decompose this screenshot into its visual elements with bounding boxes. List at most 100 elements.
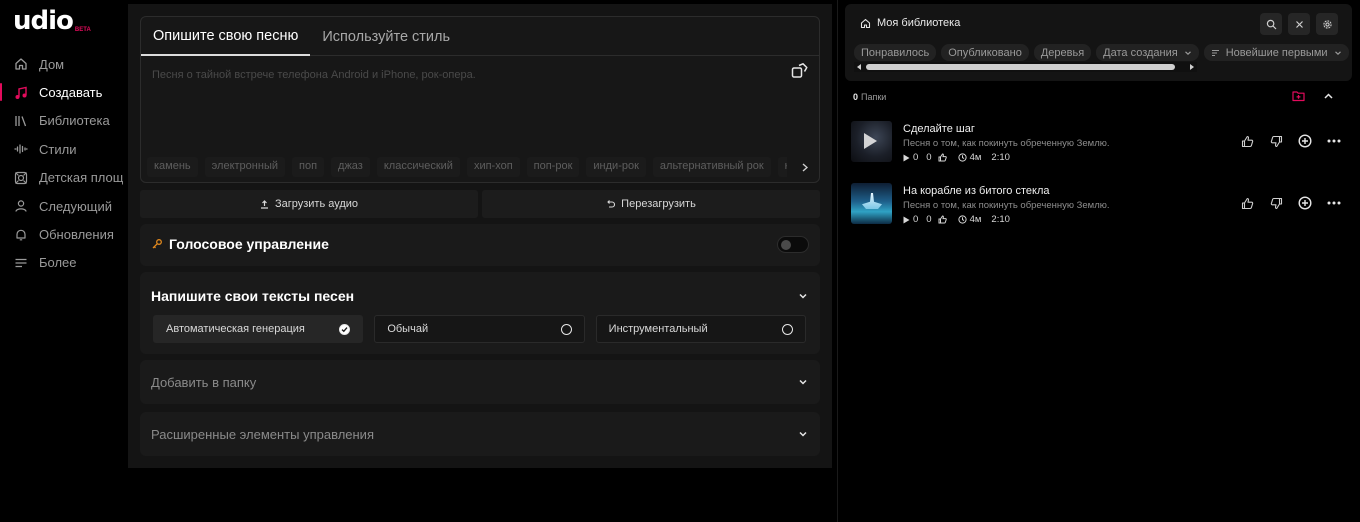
sidebar-item-label: Создавать bbox=[39, 85, 103, 101]
chevron-down-icon bbox=[1184, 50, 1191, 55]
scroll-left-icon[interactable] bbox=[857, 64, 861, 70]
music-note-icon bbox=[13, 85, 29, 101]
home-icon bbox=[13, 56, 29, 72]
search-button[interactable] bbox=[1260, 13, 1282, 35]
option-label: Обычай bbox=[387, 323, 429, 335]
track-cover[interactable] bbox=[851, 121, 892, 162]
sidebar-item-create[interactable]: Создавать bbox=[0, 78, 128, 106]
lyrics-section: Напишите свои тексты песен Автоматическа… bbox=[140, 272, 820, 354]
likes-value: 0 bbox=[926, 214, 932, 225]
option-label: Автоматическая генерация bbox=[166, 323, 305, 335]
plays-value: 0 bbox=[913, 214, 919, 225]
filters-scrollbar[interactable] bbox=[854, 62, 1197, 72]
sort-label: Новейшие первыми bbox=[1225, 46, 1328, 59]
radio-icon bbox=[781, 323, 793, 335]
logo[interactable]: udio BETA bbox=[13, 8, 91, 34]
folders-label: Папки bbox=[861, 92, 887, 102]
close-button[interactable] bbox=[1288, 13, 1310, 35]
sidebar-item-styles[interactable]: Стили bbox=[0, 135, 128, 163]
play-icon[interactable] bbox=[864, 133, 877, 149]
sidebar-item-more[interactable]: Более bbox=[0, 249, 128, 277]
genre-chip[interactable]: поп bbox=[292, 157, 325, 177]
sidebar-item-library[interactable]: Библиотека bbox=[0, 107, 128, 135]
clock-icon bbox=[957, 215, 967, 224]
filter-label: Дата создания bbox=[1103, 46, 1178, 59]
dislike-icon[interactable] bbox=[1269, 134, 1283, 148]
prompt-tabs: Опишите свою песню Используйте стиль bbox=[141, 17, 819, 56]
genre-chip[interactable]: альтернативный рок bbox=[652, 157, 771, 177]
chevron-up-icon[interactable] bbox=[1323, 91, 1334, 102]
settings-button[interactable] bbox=[1316, 13, 1338, 35]
filter-liked[interactable]: Понравилось bbox=[854, 44, 937, 61]
gear-icon bbox=[1322, 19, 1332, 29]
option-auto-generate[interactable]: Автоматическая генерация bbox=[153, 315, 364, 343]
sidebar-item-updates[interactable]: Обновления bbox=[0, 220, 128, 248]
library-actions bbox=[1260, 13, 1338, 35]
option-custom[interactable]: Обычай bbox=[374, 315, 585, 343]
track-duration: 2:10 bbox=[991, 152, 1010, 163]
track-cover[interactable] bbox=[851, 183, 892, 224]
option-instrumental[interactable]: Инструментальный bbox=[595, 315, 806, 343]
chevron-down-icon[interactable] bbox=[798, 291, 808, 301]
genre-chip[interactable]: поп-рок bbox=[526, 157, 580, 177]
reload-icon bbox=[607, 199, 616, 208]
track-row[interactable]: На корабле из битого стекла Песня о том,… bbox=[851, 183, 1351, 227]
close-icon bbox=[1295, 20, 1303, 28]
filter-published[interactable]: Опубликовано bbox=[941, 44, 1029, 61]
add-circle-icon[interactable] bbox=[1298, 196, 1312, 210]
add-to-folder-section[interactable]: Добавить в папку bbox=[140, 360, 820, 404]
tab-describe-song[interactable]: Опишите свою песню bbox=[141, 17, 311, 56]
genre-chip[interactable]: камень bbox=[147, 157, 198, 177]
sidebar-item-playground[interactable]: Детская площ bbox=[0, 164, 128, 192]
add-to-folder-title: Добавить в папку bbox=[151, 375, 257, 390]
genre-chips: камень электронный поп джаз классический… bbox=[147, 157, 787, 177]
folder-add-icon[interactable] bbox=[1292, 90, 1305, 102]
track-actions bbox=[1240, 196, 1341, 210]
ship-illustration bbox=[862, 193, 882, 209]
like-icon[interactable] bbox=[1240, 134, 1254, 148]
genre-chip[interactable]: хип-хоп bbox=[466, 157, 520, 177]
scroll-thumb[interactable] bbox=[866, 64, 1175, 70]
genre-chip[interactable]: электронный bbox=[204, 157, 285, 177]
reload-button[interactable]: Перезагрузить bbox=[482, 190, 820, 218]
voice-control-toggle[interactable] bbox=[777, 236, 809, 253]
genre-chip[interactable]: народный bbox=[777, 157, 787, 177]
sidebar-nav: Дом Создавать Библиотека Стили Детская п… bbox=[0, 50, 128, 277]
dice-icon[interactable] bbox=[791, 62, 809, 80]
chevron-right-icon[interactable] bbox=[799, 160, 811, 174]
track-title[interactable]: Сделайте шаг bbox=[903, 123, 975, 135]
like-icon[interactable] bbox=[1240, 196, 1254, 210]
genre-chip[interactable]: классический bbox=[376, 157, 460, 177]
filter-trees[interactable]: Деревья bbox=[1033, 44, 1092, 61]
genre-chip[interactable]: инди-рок bbox=[586, 157, 646, 177]
sidebar-item-following[interactable]: Следующий bbox=[0, 192, 128, 220]
add-circle-icon[interactable] bbox=[1298, 134, 1312, 148]
track-row[interactable]: Сделайте шаг Песня о том, как покинуть о… bbox=[851, 121, 1351, 165]
filter-date-created[interactable]: Дата создания bbox=[1096, 44, 1199, 61]
library-title-row: Моя библиотека bbox=[860, 17, 960, 29]
thumbs-up-small-icon bbox=[938, 153, 947, 162]
dislike-icon[interactable] bbox=[1269, 196, 1283, 210]
genre-chip[interactable]: джаз bbox=[331, 157, 370, 177]
advanced-controls-section[interactable]: Расширенные элементы управления bbox=[140, 412, 820, 456]
scroll-right-icon[interactable] bbox=[1190, 64, 1194, 70]
tab-use-style[interactable]: Используйте стиль bbox=[310, 17, 462, 56]
plays-count: 0 bbox=[903, 152, 918, 163]
voice-control-heading: Голосовое управление bbox=[151, 236, 329, 252]
search-icon bbox=[1266, 19, 1276, 29]
panel-divider bbox=[837, 0, 838, 522]
upload-audio-button[interactable]: Загрузить аудио bbox=[140, 190, 478, 218]
sidebar-item-label: Обновления bbox=[39, 227, 114, 243]
track-title[interactable]: На корабле из битого стекла bbox=[903, 185, 1049, 197]
age-value: 4м bbox=[969, 152, 982, 163]
more-icon[interactable] bbox=[1327, 134, 1341, 148]
app-root: udio BETA Дом Создавать Библиотека Стили… bbox=[0, 0, 1360, 522]
prompt-input[interactable]: Песня о тайной встрече телефона Android … bbox=[152, 69, 476, 81]
more-icon[interactable] bbox=[1327, 196, 1341, 210]
chevron-down-icon[interactable] bbox=[798, 429, 808, 439]
sidebar-item-home[interactable]: Дом bbox=[0, 50, 128, 78]
bell-icon bbox=[13, 227, 29, 243]
chevron-down-icon[interactable] bbox=[798, 377, 808, 387]
track-meta: 0 0 4м 2:10 bbox=[903, 214, 1018, 225]
sort-dropdown[interactable]: Новейшие первыми bbox=[1203, 44, 1349, 61]
